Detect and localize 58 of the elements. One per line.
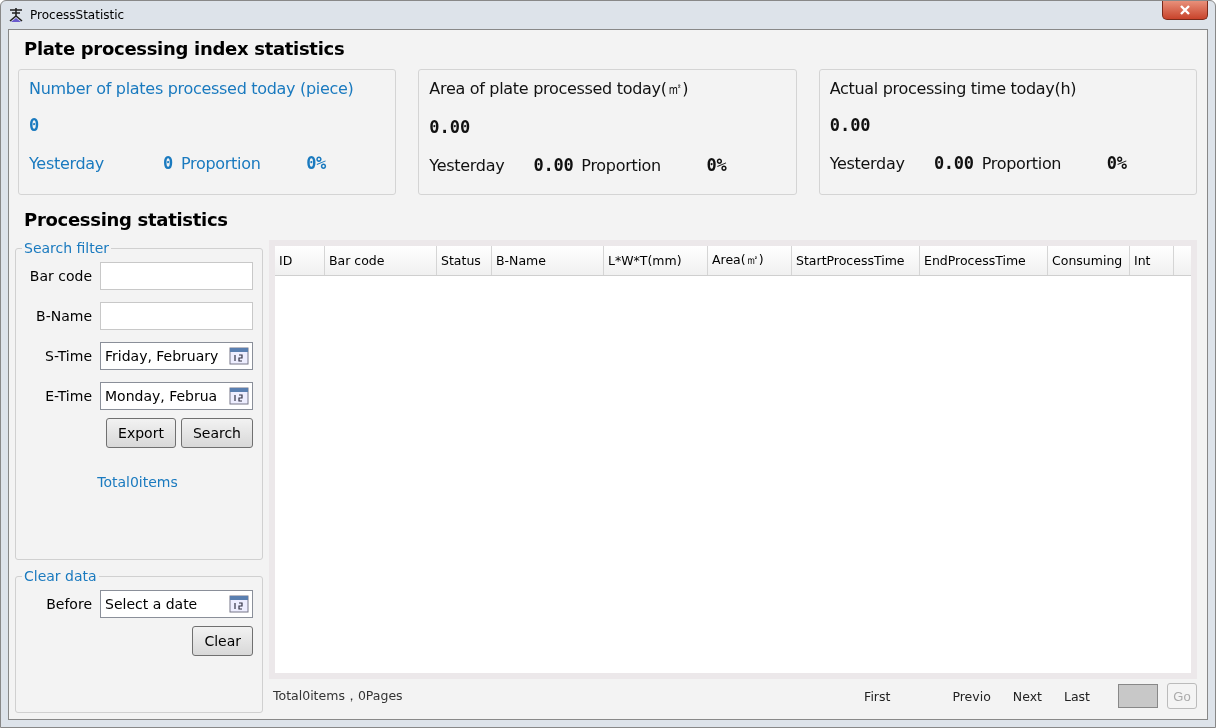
- proportion-label: Proportion: [581, 156, 662, 175]
- text-field[interactable]: [100, 302, 253, 330]
- pager-link[interactable]: Previo: [948, 688, 995, 704]
- page-summary: Total0items，0Pages: [273, 687, 403, 705]
- group-legend: Search filter: [22, 240, 112, 256]
- field-label: S-Time: [45, 348, 92, 364]
- field-label: Before: [46, 596, 92, 612]
- field-label: B-Name: [36, 308, 92, 324]
- window-title: ProcessStatistic: [30, 8, 125, 22]
- yesterday-label: Yesterday: [429, 156, 506, 175]
- column-header[interactable]: Int: [1130, 246, 1174, 275]
- section-heading: Plate processing index statistics: [24, 38, 346, 59]
- close-button[interactable]: [1162, 1, 1208, 20]
- proportion-value: 0%: [1105, 153, 1127, 173]
- proportion-label: Proportion: [981, 154, 1063, 173]
- action-button[interactable]: Search: [180, 418, 253, 448]
- pager-link[interactable]: Next: [1008, 688, 1046, 704]
- field-label: Bar code: [29, 268, 92, 284]
- column-header[interactable]: Area(㎡): [708, 246, 792, 275]
- column-header[interactable]: L*W*T(mm): [604, 246, 708, 275]
- card-title: Number of plates processed today (piece): [29, 79, 355, 98]
- yesterday-label: Yesterday: [829, 154, 906, 173]
- column-header[interactable]: Status: [437, 246, 492, 275]
- total-count: Total0items: [96, 474, 179, 490]
- proportion-label: Proportion: [181, 154, 262, 173]
- proportion-value: 0%: [305, 153, 326, 173]
- column-header[interactable]: Bar code: [325, 246, 437, 275]
- column-header[interactable]: EndProcessTime: [920, 246, 1048, 275]
- proportion-value: 0%: [705, 155, 727, 175]
- calendar-icon[interactable]: [229, 347, 249, 365]
- card-title: Area of plate processed today(㎡): [429, 79, 690, 100]
- section-heading: Processing statistics: [24, 209, 229, 230]
- text-field[interactable]: [100, 262, 253, 290]
- column-header[interactable]: Consuming: [1048, 246, 1130, 275]
- column-header[interactable]: B-Name: [492, 246, 604, 275]
- date-field[interactable]: Select a date: [100, 590, 253, 618]
- column-header[interactable]: StartProcessTime: [792, 246, 920, 275]
- yesterday-value: 0.00: [532, 155, 574, 175]
- card-title: Actual processing time today(h): [829, 79, 1078, 98]
- close-icon: [1179, 5, 1191, 15]
- calendar-icon[interactable]: [229, 387, 249, 405]
- stat-value: 0: [29, 115, 41, 135]
- stat-value: 0.00: [429, 117, 472, 137]
- date-field[interactable]: Monday, Februa: [100, 382, 253, 410]
- yesterday-value: 0.00: [932, 153, 974, 173]
- date-field[interactable]: Friday, February: [100, 342, 253, 370]
- calendar-icon[interactable]: [229, 595, 249, 613]
- yesterday-value: 0: [162, 153, 173, 173]
- clear-button[interactable]: Clear: [192, 626, 253, 656]
- group-legend: Clear data: [22, 568, 99, 584]
- stat-value: 0.00: [829, 115, 872, 135]
- action-button[interactable]: Export: [106, 418, 176, 448]
- column-header[interactable]: ID: [275, 246, 325, 275]
- pager-link[interactable]: First: [860, 688, 895, 704]
- yesterday-label: Yesterday: [29, 154, 105, 173]
- field-label: E-Time: [45, 388, 92, 404]
- app-icon: [8, 7, 24, 23]
- pager-link[interactable]: Last: [1059, 688, 1094, 704]
